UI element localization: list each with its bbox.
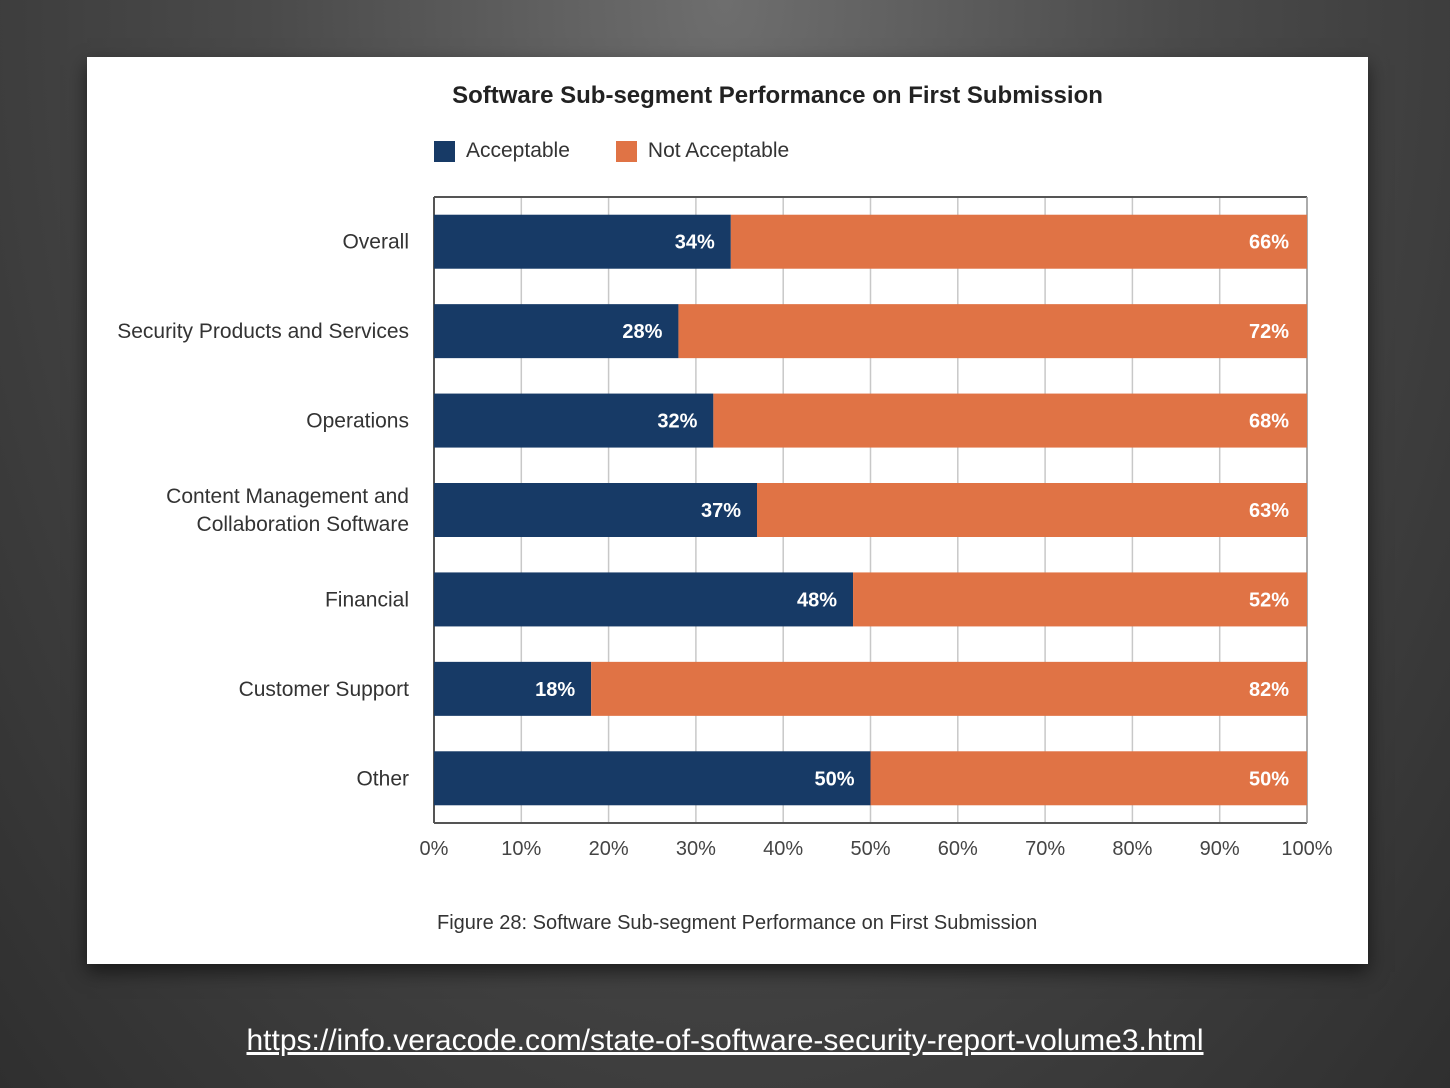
figure-caption: Figure 28: Software Sub-segment Performa…: [437, 912, 1038, 934]
value-label-not-acceptable: 68%: [1249, 411, 1289, 433]
stacked-bar-chart: 0% 10% 20% 30% 40% 50% 60% 70% 80% 90% 100% 34% 66% O…: [117, 196, 1333, 860]
value-label-acceptable: 50%: [814, 768, 854, 790]
value-label-not-acceptable: 50%: [1249, 768, 1289, 790]
value-label-acceptable: 34%: [675, 232, 715, 254]
slide-card: Software Sub-segment Performance on Firs…: [87, 57, 1368, 964]
value-label-acceptable: 48%: [797, 589, 837, 611]
value-label-not-acceptable: 82%: [1249, 679, 1289, 701]
category-label: Overall: [342, 231, 409, 254]
category-label: Operations: [306, 410, 409, 433]
category-label: Financial: [325, 588, 409, 611]
x-tick-label: 10%: [501, 838, 541, 860]
x-tick-label: 40%: [763, 838, 803, 860]
value-label-not-acceptable: 52%: [1249, 589, 1289, 611]
bar-not-acceptable: [757, 483, 1307, 537]
x-tick-label: 70%: [1025, 838, 1065, 860]
bar-not-acceptable: [853, 572, 1307, 627]
value-label-not-acceptable: 66%: [1249, 232, 1289, 254]
bar-acceptable: [434, 751, 871, 806]
category-label: Content Management and: [166, 485, 409, 508]
x-tick-label: 20%: [589, 838, 629, 860]
value-label-acceptable: 32%: [657, 411, 697, 433]
bar-not-acceptable: [870, 751, 1307, 806]
x-tick-label: 100%: [1281, 838, 1332, 860]
category-label: Other: [356, 767, 409, 790]
category-label: Security Products and Services: [117, 320, 409, 343]
x-tick-label: 90%: [1200, 838, 1240, 860]
bar-not-acceptable: [591, 661, 1307, 716]
x-tick-label: 60%: [938, 838, 978, 860]
bar-acceptable: [434, 572, 854, 627]
x-tick-label: 30%: [676, 838, 716, 860]
x-tick-label: 50%: [850, 838, 890, 860]
value-label-not-acceptable: 63%: [1249, 500, 1289, 522]
x-tick-label: 80%: [1112, 838, 1152, 860]
value-label-acceptable: 37%: [701, 500, 741, 522]
value-label-not-acceptable: 72%: [1249, 321, 1289, 343]
category-label: Collaboration Software: [197, 513, 409, 536]
value-label-acceptable: 28%: [622, 321, 662, 343]
x-tick-label: 0%: [420, 838, 449, 860]
category-label: Customer Support: [239, 678, 410, 701]
source-link[interactable]: https://info.veracode.com/state-of-softw…: [0, 1024, 1450, 1058]
bar-not-acceptable: [713, 393, 1307, 448]
bar-not-acceptable: [730, 214, 1307, 269]
value-label-acceptable: 18%: [535, 679, 575, 701]
bar-not-acceptable: [678, 304, 1307, 359]
